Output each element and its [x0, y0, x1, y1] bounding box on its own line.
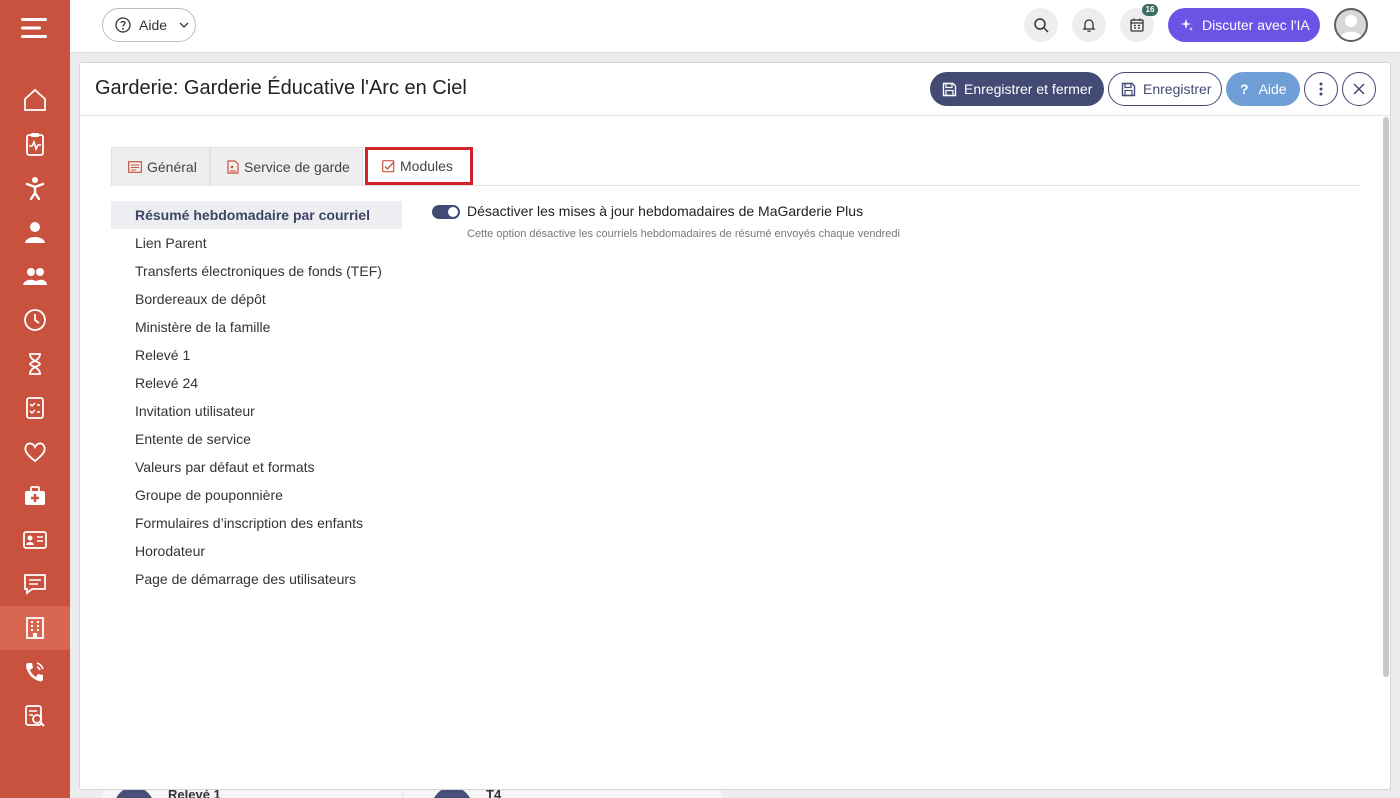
more-options-button[interactable] — [1304, 72, 1338, 106]
user-icon — [25, 222, 45, 243]
users-icon — [23, 268, 47, 285]
daycare-settings-dialog: Garderie: Garderie Éducative l'Arc en Ci… — [79, 62, 1391, 790]
nav-home[interactable] — [0, 78, 70, 122]
tab-modules[interactable]: Modules — [365, 147, 473, 185]
home-icon — [24, 88, 46, 111]
clock-icon — [24, 309, 46, 331]
tab-general-label: Général — [147, 159, 197, 175]
nav-messages[interactable] — [0, 562, 70, 606]
notifications-button[interactable] — [1072, 8, 1106, 42]
nav-calls[interactable] — [0, 650, 70, 694]
calendar-button[interactable]: 16 — [1120, 4, 1158, 42]
menu-toggle-button[interactable] — [0, 0, 70, 56]
nav-parents[interactable] — [0, 254, 70, 298]
id-card-icon — [23, 531, 47, 549]
close-button[interactable] — [1342, 72, 1376, 106]
nav-id-cards[interactable] — [0, 518, 70, 562]
document-icon — [227, 160, 239, 174]
help-dropdown[interactable]: Aide — [102, 8, 196, 42]
list-item[interactable]: Invitation utilisateur — [111, 397, 402, 425]
nav-medical[interactable] — [0, 474, 70, 518]
nav-timer[interactable] — [0, 342, 70, 386]
save-button[interactable]: Enregistrer — [1108, 72, 1222, 106]
question-circle-icon — [115, 17, 131, 33]
checkbox-icon — [382, 159, 395, 172]
medical-kit-icon — [25, 486, 45, 505]
notification-count-badge: 16 — [1142, 4, 1158, 16]
save-label: Enregistrer — [1143, 81, 1212, 97]
scrollbar[interactable] — [1383, 117, 1389, 677]
chevron-down-icon — [179, 22, 189, 28]
nav-health-report[interactable] — [0, 122, 70, 166]
weekly-updates-toggle[interactable] — [432, 205, 460, 219]
list-item[interactable]: Valeurs par défaut et formats — [111, 453, 402, 481]
save-and-close-label: Enregistrer et fermer — [964, 81, 1093, 97]
modules-list: Résumé hebdomadaire par courriel Lien Pa… — [111, 201, 402, 593]
save-icon — [942, 82, 957, 96]
more-vertical-icon — [1319, 82, 1323, 96]
heart-icon — [24, 442, 46, 463]
document-lines-icon — [128, 161, 142, 173]
list-item[interactable]: Relevé 24 — [111, 369, 402, 397]
nav-forms[interactable] — [0, 386, 70, 430]
list-item[interactable]: Lien Parent — [111, 229, 402, 257]
dialog-header: Garderie: Garderie Éducative l'Arc en Ci… — [80, 63, 1390, 116]
tab-general[interactable]: Général — [111, 147, 210, 186]
nav-children[interactable] — [0, 166, 70, 210]
message-icon — [24, 574, 46, 595]
sidebar — [0, 0, 70, 798]
list-item[interactable]: Page de démarrage des utilisateurs — [111, 565, 402, 593]
save-icon — [1121, 82, 1136, 96]
list-item[interactable]: Ministère de la famille — [111, 313, 402, 341]
search-icon — [1034, 18, 1049, 33]
list-item[interactable]: Formulaires d’inscription des enfants — [111, 509, 402, 537]
list-item[interactable]: Horodateur — [111, 537, 402, 565]
tab-childcare-service[interactable]: Service de garde — [210, 147, 363, 186]
question-mark-icon: ? — [1240, 81, 1249, 97]
nav-reports[interactable] — [0, 694, 70, 738]
list-item[interactable]: Bordereaux de dépôt — [111, 285, 402, 313]
list-item[interactable]: Résumé hebdomadaire par courriel — [111, 201, 402, 229]
nav-daycare[interactable] — [0, 606, 70, 650]
phone-ringing-icon — [26, 662, 44, 682]
nav-staff[interactable] — [0, 210, 70, 254]
building-icon — [26, 617, 44, 639]
sparkle-icon — [1181, 19, 1193, 31]
tab-modules-label: Modules — [400, 158, 453, 174]
user-avatar-icon — [1339, 15, 1363, 40]
ai-chat-label: Discuter avec l'IA — [1202, 17, 1310, 33]
avatar[interactable] — [1334, 8, 1368, 42]
report-search-icon — [25, 705, 45, 727]
list-item[interactable]: Groupe de pouponnière — [111, 481, 402, 509]
help-button[interactable]: ? Aide — [1226, 72, 1300, 106]
tab-childcare-service-label: Service de garde — [244, 159, 350, 175]
nav-attendance[interactable] — [0, 298, 70, 342]
bell-icon — [1082, 19, 1096, 32]
list-item[interactable]: Entente de service — [111, 425, 402, 453]
top-bar: Aide 16 Discuter avec l'IA — [70, 0, 1400, 53]
close-icon — [1353, 83, 1365, 95]
clipboard-pulse-icon — [26, 133, 44, 156]
list-item[interactable]: Transferts électroniques de fonds (TEF) — [111, 257, 402, 285]
hourglass-icon — [29, 353, 41, 375]
toggle-knob — [448, 207, 458, 217]
help-dropdown-label: Aide — [139, 17, 168, 33]
toggle-label: Désactiver les mises à jour hebdomadaire… — [467, 203, 864, 219]
help-label: Aide — [1258, 81, 1287, 97]
tab-bar: Général Service de garde Modules — [111, 147, 1361, 186]
toggle-description: Cette option désactive les courriels heb… — [467, 228, 900, 240]
ai-chat-button[interactable]: Discuter avec l'IA — [1168, 8, 1320, 42]
page-title: Garderie: Garderie Éducative l'Arc en Ci… — [95, 77, 467, 99]
checklist-icon — [26, 397, 44, 419]
search-button[interactable] — [1024, 8, 1058, 42]
hamburger-menu-icon — [21, 18, 47, 38]
save-and-close-button[interactable]: Enregistrer et fermer — [930, 72, 1104, 106]
nav-wellbeing[interactable] — [0, 430, 70, 474]
list-item[interactable]: Relevé 1 — [111, 341, 402, 369]
calendar-icon — [1130, 18, 1144, 32]
child-icon — [25, 177, 45, 201]
